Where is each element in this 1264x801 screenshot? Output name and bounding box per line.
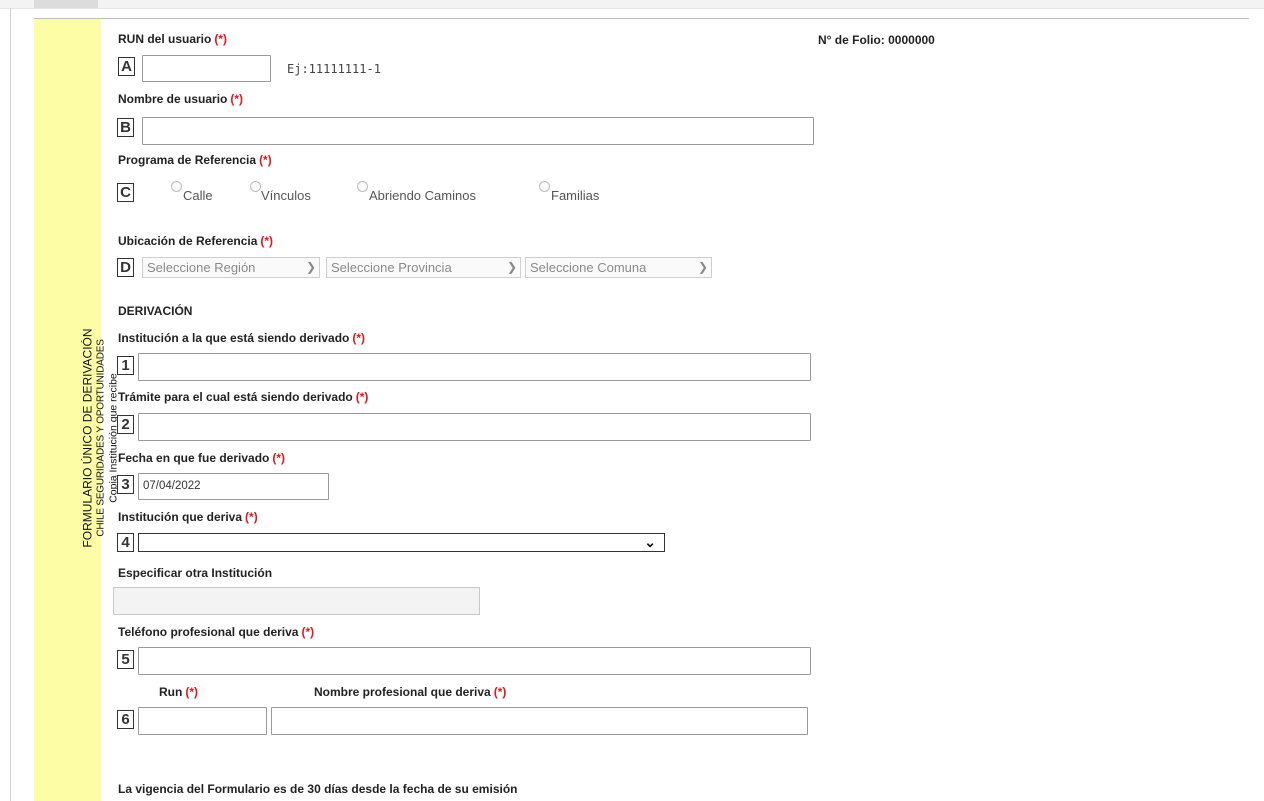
- sidebar-vertical-title: FORMULARIO ÚNICO DE DERIVACIÓN CHILE SEG…: [80, 328, 121, 548]
- required-mark: (*): [185, 685, 198, 699]
- required-mark: (*): [352, 331, 366, 345]
- comuna-select[interactable]: Seleccione Comuna ❯: [525, 257, 712, 278]
- profesional-nombre-input[interactable]: [271, 707, 808, 735]
- badge-a: A: [118, 57, 135, 76]
- otra-institucion-input[interactable]: [113, 587, 480, 615]
- run-label-text: RUN del usuario: [118, 32, 212, 46]
- institucion-input[interactable]: [138, 353, 811, 381]
- required-mark: (*): [301, 625, 315, 639]
- header-divider: [34, 18, 1249, 19]
- radio-calle[interactable]: [171, 181, 182, 192]
- folio-number: N° de Folio: 0000000: [818, 33, 935, 47]
- nombre-input[interactable]: [142, 117, 814, 145]
- required-mark: (*): [245, 510, 258, 524]
- radio-vinculos[interactable]: [250, 181, 261, 192]
- profesional-nombre-label-text: Nombre profesional que deriva: [314, 685, 491, 699]
- region-select[interactable]: Seleccione Región ❯: [142, 257, 320, 278]
- radio-label-vinculos[interactable]: Vínculos: [261, 188, 311, 203]
- required-mark: (*): [355, 390, 369, 404]
- top-bar-tab: [34, 0, 98, 8]
- profesional-run-label: Run (*): [159, 685, 198, 699]
- institucion-label-text: Institución a la que está siendo derivad…: [118, 331, 350, 345]
- badge-3: 3: [117, 475, 134, 494]
- programa-label-text: Programa de Referencia: [118, 153, 257, 167]
- profesional-run-input[interactable]: [138, 707, 267, 735]
- vigencia-note: La vigencia del Formulario es de 30 días…: [118, 782, 518, 796]
- top-bar: [0, 0, 1264, 9]
- comuna-select-value: Seleccione Comuna: [530, 260, 647, 275]
- required-mark: (*): [259, 153, 272, 167]
- chevron-down-icon: ❯: [697, 260, 708, 274]
- provincia-select-value: Seleccione Provincia: [331, 260, 452, 275]
- institucion-label: Institución a la que está siendo derivad…: [118, 331, 365, 345]
- fecha-label-text: Fecha en que fue derivado: [118, 451, 270, 465]
- tramite-label: Trámite para el cual está siendo derivad…: [118, 390, 368, 404]
- institucion-deriva-select[interactable]: ⌄: [138, 533, 665, 552]
- badge-d: D: [117, 258, 134, 277]
- badge-1: 1: [117, 356, 134, 375]
- tramite-label-text: Trámite para el cual está siendo derivad…: [118, 390, 353, 404]
- chevron-down-icon: ⌄: [644, 534, 656, 550]
- programa-label: Programa de Referencia (*): [118, 153, 272, 167]
- fecha-label: Fecha en que fue derivado (*): [118, 451, 285, 465]
- required-mark: (*): [272, 451, 286, 465]
- run-input[interactable]: [142, 55, 271, 82]
- radio-abriendo-caminos[interactable]: [357, 181, 368, 192]
- required-mark: (*): [260, 234, 274, 248]
- required-mark: (*): [493, 685, 507, 699]
- radio-label-calle[interactable]: Calle: [183, 188, 213, 203]
- badge-b: B: [117, 118, 134, 137]
- badge-4: 4: [117, 533, 134, 552]
- chevron-down-icon: ❯: [506, 260, 517, 274]
- fecha-input[interactable]: 07/04/2022: [138, 473, 329, 500]
- nombre-label-text: Nombre de usuario: [118, 92, 228, 106]
- telefono-label: Teléfono profesional que deriva (*): [118, 625, 314, 639]
- run-label: RUN del usuario (*): [118, 32, 227, 46]
- ubicacion-label-text: Ubicación de Referencia: [118, 234, 258, 248]
- badge-5: 5: [117, 650, 134, 669]
- required-mark: (*): [214, 32, 228, 46]
- region-select-value: Seleccione Región: [147, 260, 256, 275]
- chevron-down-icon: ❯: [305, 260, 316, 274]
- sidebar-title: FORMULARIO ÚNICO DE DERIVACIÓN: [80, 328, 95, 548]
- ubicacion-label: Ubicación de Referencia (*): [118, 234, 273, 248]
- badge-c: C: [117, 183, 134, 202]
- derivacion-title: DERIVACIÓN: [118, 304, 193, 318]
- form-sidebar: FORMULARIO ÚNICO DE DERIVACIÓN CHILE SEG…: [34, 19, 120, 801]
- badge-6: 6: [117, 710, 134, 729]
- radio-label-abriendo-caminos[interactable]: Abriendo Caminos: [369, 188, 476, 203]
- telefono-input[interactable]: [138, 647, 811, 675]
- telefono-label-text: Teléfono profesional que deriva: [118, 625, 299, 639]
- institucion-deriva-label: Institución que deriva (*): [118, 510, 258, 524]
- otra-institucion-label: Especificar otra Institución: [118, 566, 273, 580]
- nombre-label: Nombre de usuario (*): [118, 92, 243, 106]
- sidebar-subtitle: CHILE SEGURIDADES Y OPORTUNIDADES: [95, 339, 107, 537]
- radio-familias[interactable]: [539, 181, 550, 192]
- required-mark: (*): [230, 92, 244, 106]
- institucion-deriva-label-text: Institución que deriva: [118, 510, 243, 524]
- left-border: [10, 8, 11, 801]
- radio-label-familias[interactable]: Familias: [551, 188, 599, 203]
- tramite-input[interactable]: [138, 413, 811, 441]
- profesional-run-label-text: Run: [159, 685, 183, 699]
- run-hint: Ej:11111111-1: [287, 62, 381, 76]
- profesional-nombre-label: Nombre profesional que deriva (*): [314, 685, 506, 699]
- badge-2: 2: [117, 415, 134, 434]
- provincia-select[interactable]: Seleccione Provincia ❯: [326, 257, 521, 278]
